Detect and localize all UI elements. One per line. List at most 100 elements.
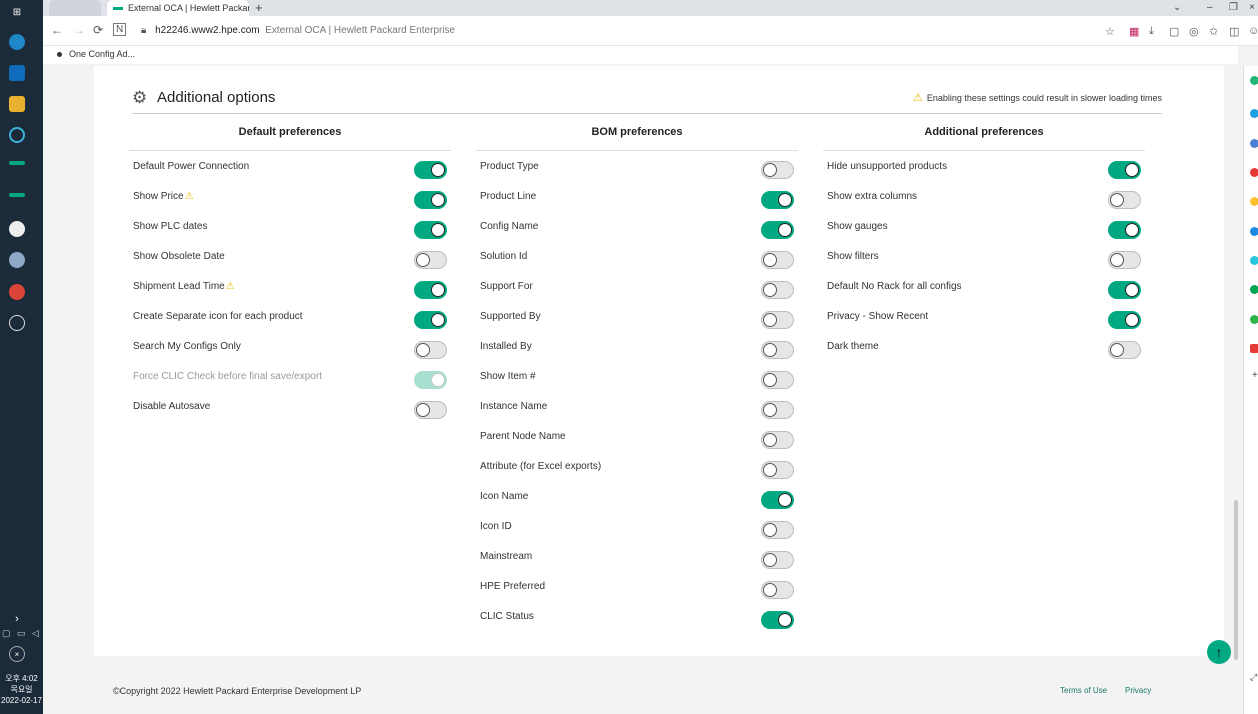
preference-label: Icon ID: [480, 521, 512, 532]
preference-toggle[interactable]: [1108, 311, 1141, 329]
file-explorer-icon[interactable]: [9, 96, 25, 112]
sidebar-app-icon[interactable]: [1250, 344, 1258, 353]
preference-toggle[interactable]: [761, 611, 794, 629]
new-tab-button[interactable]: +: [255, 0, 263, 16]
preference-toggle[interactable]: [1108, 161, 1141, 179]
preference-toggle[interactable]: [414, 281, 447, 299]
preference-toggle[interactable]: [1108, 191, 1141, 209]
preference-toggle[interactable]: [414, 191, 447, 209]
sidebar-app-icon[interactable]: [1250, 227, 1258, 236]
favorites-icon[interactable]: ☆: [1105, 25, 1115, 38]
back-icon[interactable]: ←: [51, 23, 63, 37]
sidebar-app-icon[interactable]: [1250, 256, 1258, 265]
screenshot-icon[interactable]: ◎: [1189, 25, 1199, 38]
download-icon[interactable]: ⤓: [1149, 25, 1154, 38]
sidebar-app-icon[interactable]: [1250, 197, 1258, 206]
windows-start-icon[interactable]: ⊞: [9, 4, 25, 20]
preference-toggle[interactable]: [761, 221, 794, 239]
preference-toggle[interactable]: [761, 491, 794, 509]
preference-toggle[interactable]: [761, 191, 794, 209]
preference-toggle[interactable]: [1108, 221, 1141, 239]
sidebar-app-icon[interactable]: [1250, 76, 1258, 85]
forward-icon[interactable]: →: [73, 23, 85, 37]
preference-toggle[interactable]: [761, 551, 794, 569]
sidebar-app-icon[interactable]: [1250, 285, 1258, 294]
chrome-icon[interactable]: [9, 284, 25, 300]
preference-toggle[interactable]: [761, 461, 794, 479]
collections-icon[interactable]: ▢: [1169, 25, 1179, 38]
preference-toggle[interactable]: [414, 161, 447, 179]
preference-toggle[interactable]: [761, 341, 794, 359]
terms-of-use-link[interactable]: Terms of Use: [1060, 686, 1107, 695]
toggle-knob: [1125, 313, 1139, 327]
app-circle-icon[interactable]: [9, 127, 25, 143]
preference-toggle[interactable]: [761, 521, 794, 539]
minimize-icon[interactable]: –: [1207, 0, 1213, 16]
tab-search-icon[interactable]: ⌄: [1173, 0, 1181, 16]
sidebar-external-icon[interactable]: ⤢: [1250, 672, 1257, 683]
preference-toggle[interactable]: [761, 281, 794, 299]
bookmark-one-config[interactable]: One Config Ad...: [57, 49, 135, 59]
sidebar-app-icon[interactable]: [1250, 139, 1258, 148]
split-screen-icon[interactable]: ◫: [1229, 25, 1239, 38]
preference-toggle[interactable]: [761, 401, 794, 419]
privacy-link[interactable]: Privacy: [1125, 686, 1151, 695]
cloud-app-icon[interactable]: [9, 252, 25, 268]
preference-label: Default No Rack for all configs: [827, 281, 962, 292]
taskbar-day[interactable]: 목요일: [0, 684, 43, 695]
reload-icon[interactable]: ⟳: [93, 23, 103, 37]
outlook-icon[interactable]: [9, 65, 25, 81]
reader-icon[interactable]: N: [113, 23, 127, 36]
chevron-right-icon[interactable]: ›: [9, 611, 25, 627]
preference-toggle[interactable]: [414, 401, 447, 419]
preference-toggle[interactable]: [761, 371, 794, 389]
active-tab[interactable]: External OCA | Hewlett Packard ×: [107, 0, 249, 16]
page-scrollbar[interactable]: [1234, 500, 1238, 660]
preference-toggle[interactable]: [761, 251, 794, 269]
preference-toggle[interactable]: [1108, 341, 1141, 359]
column-header: Default preferences: [129, 126, 451, 151]
browser-app-icon[interactable]: [9, 34, 25, 50]
preference-row: Show gauges: [823, 211, 1145, 241]
preference-toggle[interactable]: [761, 311, 794, 329]
preference-label: Shipment Lead Time⚠: [133, 281, 235, 292]
profile-icon[interactable]: ☺: [1248, 25, 1258, 37]
preference-toggle[interactable]: [761, 581, 794, 599]
sidebar-app-icon[interactable]: [1250, 315, 1258, 324]
preference-toggle[interactable]: [414, 251, 447, 269]
preference-toggle[interactable]: [761, 161, 794, 179]
url-field[interactable]: 🔒︎ h22246.www2.hpe.com External OCA | He…: [141, 25, 455, 36]
preference-label: Solution Id: [480, 251, 527, 262]
sidebar-app-icon[interactable]: [1250, 168, 1258, 177]
preference-row: Attribute (for Excel exports): [476, 451, 798, 481]
sidebar-app-icon[interactable]: [1250, 109, 1258, 118]
preference-toggle[interactable]: [761, 431, 794, 449]
taskbar-date[interactable]: 2022-02-17: [0, 695, 43, 706]
toggle-knob: [1125, 223, 1139, 237]
preference-toggle[interactable]: [414, 221, 447, 239]
clock-app-icon[interactable]: [9, 315, 25, 331]
hpe-app-icon[interactable]: [9, 161, 25, 165]
preference-toggle[interactable]: [414, 341, 447, 359]
taskbar-time[interactable]: 오후 4:02: [0, 673, 43, 684]
extension-icon[interactable]: ▦: [1129, 25, 1139, 38]
system-tray-icons[interactable]: ▢ ▭ ◁: [0, 628, 43, 639]
preference-toggle[interactable]: [414, 311, 447, 329]
hpe-app-2-icon[interactable]: [9, 193, 25, 197]
preference-label: Default Power Connection: [133, 161, 249, 172]
background-tab[interactable]: [49, 0, 101, 16]
toggle-knob: [1110, 343, 1124, 357]
close-circle-icon[interactable]: ×: [9, 646, 25, 662]
favorites-bar-icon[interactable]: ✩: [1209, 25, 1218, 38]
scroll-to-top-button[interactable]: ↑: [1207, 640, 1231, 664]
close-window-icon[interactable]: ×: [1249, 0, 1255, 16]
preference-row: Config Name: [476, 211, 798, 241]
preference-label-text: Mainstream: [480, 551, 533, 562]
preference-toggle[interactable]: [1108, 281, 1141, 299]
sidebar-add-icon[interactable]: +: [1252, 370, 1258, 381]
restore-icon[interactable]: ❐: [1229, 0, 1238, 16]
teams-icon[interactable]: [9, 221, 25, 237]
preference-label-text: Privacy - Show Recent: [827, 311, 929, 322]
preference-row: Product Line: [476, 181, 798, 211]
preference-toggle[interactable]: [1108, 251, 1141, 269]
